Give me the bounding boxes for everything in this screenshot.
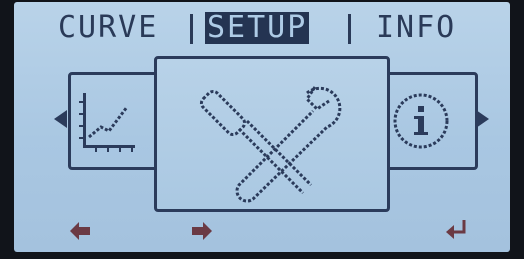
menu-item-setup[interactable]: [154, 56, 390, 212]
enter-icon[interactable]: [444, 220, 468, 242]
device-bezel: CURVE SETUP INFO: [0, 0, 524, 259]
tab-info[interactable]: INFO: [376, 12, 456, 44]
scroll-right-arrow-icon: [476, 110, 489, 128]
scroll-left-arrow-icon: [54, 110, 67, 128]
chart-icon: [79, 93, 135, 152]
menu-item-curve[interactable]: [68, 72, 158, 170]
info-icon: [393, 93, 449, 149]
tab-setup[interactable]: SETUP: [205, 12, 310, 44]
arrow-left-icon[interactable]: [70, 222, 90, 240]
tools-icon: [199, 86, 342, 203]
tab-separator: [190, 14, 193, 44]
tab-bar: CURVE SETUP INFO: [14, 8, 510, 48]
tab-separator: [348, 14, 351, 44]
lcd-screen: CURVE SETUP INFO: [14, 2, 510, 252]
arrow-right-icon[interactable]: [192, 222, 212, 240]
tab-curve[interactable]: CURVE: [58, 12, 158, 44]
